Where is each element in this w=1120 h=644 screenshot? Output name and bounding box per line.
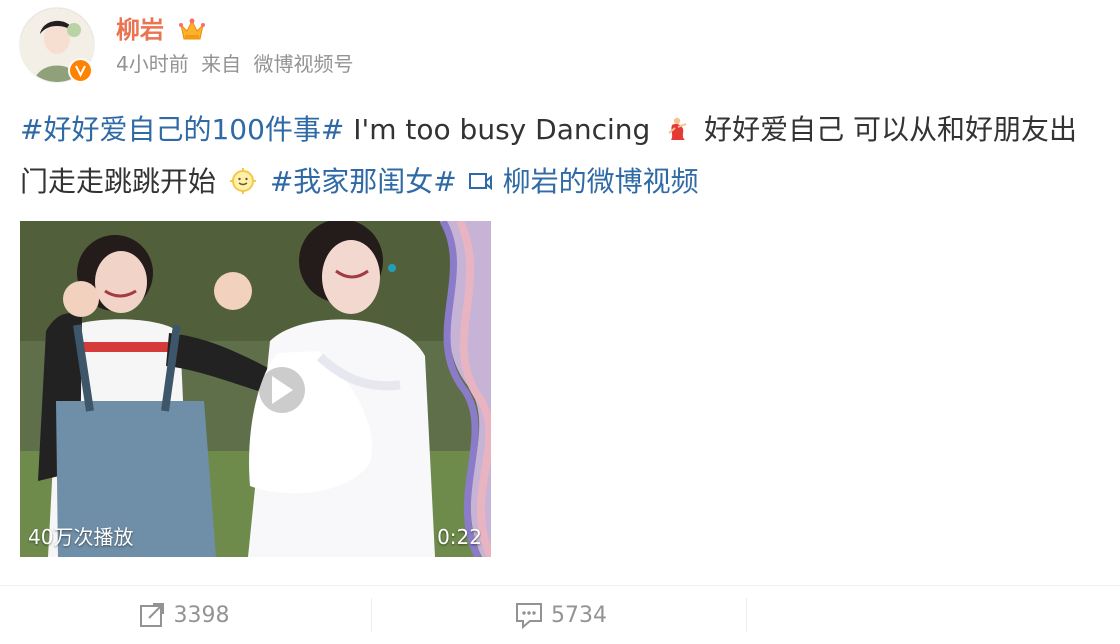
play-button[interactable] [259, 367, 305, 413]
video-link-icon [466, 165, 503, 198]
post-meta: 4小时前 来自 微博视频号 [116, 52, 359, 76]
dancing-emoji [663, 110, 691, 158]
sun-face-emoji [229, 162, 257, 210]
post-text: #好好爱自己的100件事# I'm too busy Dancing 好好爱自己… [20, 106, 1100, 210]
video-duration: 0:22 [437, 525, 482, 549]
repost-button[interactable]: 3398 [135, 586, 230, 644]
post-source[interactable]: 微博视频号 [253, 52, 353, 76]
topic-link[interactable]: #我家那闺女# [270, 165, 457, 198]
comment-count: 5734 [551, 602, 607, 628]
video-views: 40万次播放 [28, 525, 134, 549]
comment-button[interactable]: 5734 [510, 586, 610, 644]
post-actions: 3398 5734 [0, 585, 1120, 644]
author-name[interactable]: 柳岩 [116, 16, 164, 44]
source-prefix: 来自 [201, 52, 242, 76]
action-divider [746, 598, 747, 632]
post-time[interactable]: 4小时前 [116, 52, 189, 76]
repost-count: 3398 [173, 602, 230, 628]
play-icon [272, 376, 293, 404]
action-divider [371, 598, 372, 632]
text-segment: I'm too busy Dancing [353, 113, 651, 146]
post-header: 柳岩 4小时前 来自 微博视频号 [20, 8, 720, 84]
comment-icon [516, 603, 542, 630]
video-thumbnail [20, 221, 491, 557]
topic-link[interactable]: #好好爱自己的100件事# [20, 113, 344, 146]
crown-icon[interactable] [178, 17, 206, 47]
verified-v-icon [68, 58, 93, 83]
video-link[interactable]: 柳岩的微博视频 [466, 165, 699, 198]
video-player[interactable]: 40万次播放 0:22 [20, 221, 491, 557]
video-link-text[interactable]: 柳岩的微博视频 [503, 165, 699, 198]
repost-icon [139, 603, 164, 627]
